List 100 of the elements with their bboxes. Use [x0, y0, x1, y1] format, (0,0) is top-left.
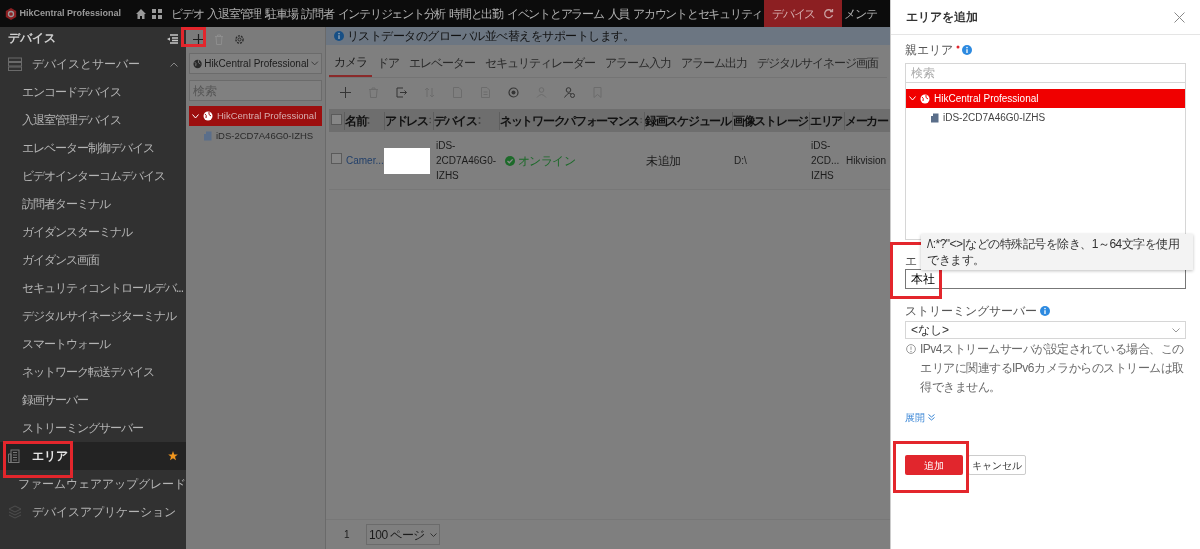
- tab[interactable]: デジタルサイネージ画面: [752, 49, 883, 77]
- nav-menu-item[interactable]: デバイス: [764, 0, 842, 27]
- sidebar-item[interactable]: デジタルサイネージターミナル: [0, 302, 186, 330]
- sidebar-item[interactable]: ファームウェアアップグレード: [0, 470, 186, 498]
- sidebar-item[interactable]: デバイスとサーバー: [0, 50, 186, 78]
- nav-menu-item[interactable]: メンテ: [842, 0, 879, 27]
- column-header[interactable]: アドレス: [385, 111, 428, 130]
- collapse-menu-icon[interactable]: [166, 33, 178, 44]
- add-button[interactable]: 追加: [905, 455, 963, 475]
- sidebar-item[interactable]: スマートウォール: [0, 330, 186, 358]
- gear-icon[interactable]: [234, 33, 245, 45]
- tab[interactable]: ドア: [372, 49, 404, 77]
- tree-node[interactable]: HikCentral Professional: [189, 106, 322, 126]
- export-icon[interactable]: [396, 86, 407, 98]
- tree-node[interactable]: iDS-2CD7A46G0-IZHS: [189, 126, 322, 146]
- nav-menu-item[interactable]: 訪問者: [299, 0, 336, 27]
- globe-icon: [192, 58, 202, 69]
- column-header[interactable]: 画像ストレージ: [733, 111, 808, 130]
- info-icon: [334, 31, 344, 41]
- tab[interactable]: セキュリティレーダー: [480, 49, 600, 77]
- sidebar-item[interactable]: 訪問者ターミナル: [0, 190, 186, 218]
- column-header[interactable]: デバイス: [434, 111, 477, 130]
- info-outline-icon: [906, 344, 916, 354]
- tab[interactable]: エレベーター: [404, 49, 480, 77]
- hint-text: IPv4ストリームサーバが設定されている場合、このエリアに関連するIPv6カメラからのストリームは取得できません。: [920, 341, 1185, 396]
- nav-menu-item[interactable]: 入退室管理: [205, 0, 263, 27]
- info-icon: [962, 45, 972, 55]
- field-label: エ: [905, 253, 915, 266]
- close-icon[interactable]: [1174, 11, 1185, 23]
- nav-menu-item[interactable]: イベントとアラーム: [504, 0, 606, 27]
- table-cell-text: iDS-2CD7A46G0-IZHS: [435, 139, 498, 183]
- building-icon: [204, 131, 212, 141]
- sort-icon[interactable]: [367, 116, 372, 125]
- tab[interactable]: カメラ: [329, 49, 372, 77]
- person-settings-icon[interactable]: [564, 86, 575, 98]
- sort-icon[interactable]: [477, 116, 482, 125]
- tab[interactable]: アラーム入力: [600, 49, 676, 77]
- column-header[interactable]: 名前: [345, 111, 367, 130]
- annotation-frame: [181, 27, 206, 47]
- cancel-button[interactable]: キャンセル: [968, 455, 1026, 475]
- sidebar-item[interactable]: エリア: [0, 442, 186, 470]
- column-header[interactable]: ネットワークパフォーマンス: [500, 111, 640, 130]
- streaming-server-select[interactable]: <なし>: [905, 321, 1186, 339]
- tab[interactable]: アラーム出力: [676, 49, 752, 77]
- nav-menu-item[interactable]: インテリジェント分析: [335, 0, 447, 27]
- tree-node[interactable]: HikCentral Professional: [906, 89, 1185, 108]
- nav-menu-item[interactable]: 人員: [605, 0, 631, 27]
- table-cell-text: D:\: [733, 154, 748, 168]
- chevron-up-icon[interactable]: [170, 61, 178, 67]
- sidebar-item[interactable]: エンコードデバイス: [0, 78, 186, 106]
- double-chevron-icon: [927, 414, 935, 421]
- table-cell-text: iDS-2CD... IZHS: [810, 139, 841, 183]
- table-cell-text: 未追加: [645, 152, 682, 170]
- building-icon: [931, 112, 939, 123]
- chevron-down-icon[interactable]: [909, 96, 916, 101]
- row-checkbox[interactable]: [331, 153, 342, 164]
- sidebar-item[interactable]: セキュリティコントロールデバ...: [0, 274, 186, 302]
- sidebar-title: デバイス: [8, 30, 56, 46]
- sidebar-item[interactable]: 録画サーバー: [0, 386, 186, 414]
- chevron-down-icon[interactable]: [192, 113, 199, 119]
- sidebar-item[interactable]: エレベーター制御デバイス: [0, 134, 186, 162]
- dialog-title: エリアを追加: [906, 9, 978, 26]
- plus-icon[interactable]: [193, 33, 204, 45]
- info-icon: [1039, 306, 1050, 316]
- nav-menu-item[interactable]: 駐車場: [263, 0, 300, 27]
- app-title: HikCentral Professional: [19, 6, 122, 20]
- server-icon: [8, 57, 22, 71]
- sidebar-item[interactable]: ガイダンスターミナル: [0, 218, 186, 246]
- building-icon: [8, 449, 22, 463]
- globe-icon: [920, 93, 930, 104]
- page-number[interactable]: 1: [342, 527, 352, 542]
- table-cell-text: Hikvision: [845, 154, 887, 168]
- site-select[interactable]: HikCentral Professional: [189, 53, 322, 74]
- status-text: オンライン: [517, 152, 575, 170]
- nav-menu-item[interactable]: アカウントとセキュリティ: [631, 0, 764, 27]
- sidebar-item[interactable]: デバイスアプリケーション: [0, 498, 186, 526]
- select-all-checkbox[interactable]: [331, 113, 342, 125]
- chevron-down-icon: [311, 61, 319, 66]
- plus-icon[interactable]: [340, 86, 351, 98]
- annotation-frame: [3, 441, 73, 478]
- page-size-select[interactable]: 100 ページ: [365, 524, 441, 545]
- column-header[interactable]: メーカー: [845, 111, 888, 130]
- sidebar-item[interactable]: ネットワーク転送デバイス: [0, 358, 186, 386]
- logo-icon: [5, 7, 17, 20]
- grid-icon[interactable]: [152, 8, 162, 19]
- chevron-down-icon: [429, 532, 437, 537]
- column-header[interactable]: 録画スケジュール: [645, 111, 731, 130]
- sidebar-item[interactable]: ガイダンス画面: [0, 246, 186, 274]
- sidebar-item[interactable]: 入退室管理デバイス: [0, 106, 186, 134]
- field-label: ストリーミングサーバー: [905, 303, 1037, 320]
- nav-menu-item[interactable]: 時間と出勤: [447, 0, 505, 27]
- tree-node[interactable]: iDS-2CD7A46G0-IZHS: [906, 108, 1185, 127]
- column-header[interactable]: エリア: [810, 111, 843, 130]
- expand-link[interactable]: 展開: [905, 410, 935, 425]
- camera-icon[interactable]: [508, 86, 519, 98]
- refresh-icon[interactable]: [823, 8, 834, 19]
- nav-menu-item[interactable]: ビデオ: [169, 0, 206, 27]
- sidebar-item[interactable]: ストリーミングサーバー: [0, 414, 186, 442]
- sidebar-item[interactable]: ビデオインターコムデバイス: [0, 162, 186, 190]
- home-icon[interactable]: [135, 8, 147, 19]
